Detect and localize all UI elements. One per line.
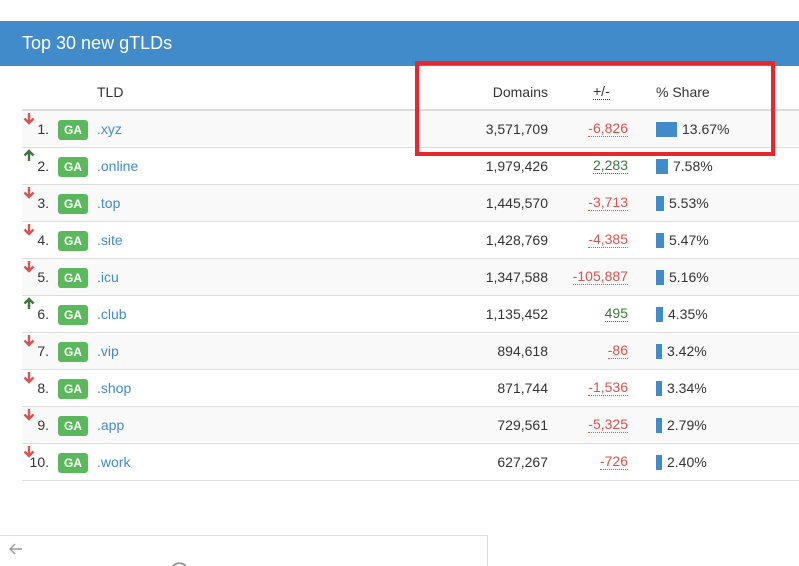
change-value: -105,887 <box>572 268 628 285</box>
change-value: 495 <box>604 305 628 322</box>
share-percent: 5.16% <box>669 269 709 285</box>
share-bar <box>656 270 664 285</box>
share-percent: 13.67% <box>682 121 730 137</box>
domain-count: 1,428,769 <box>485 232 548 248</box>
rank-number: 8. <box>37 380 49 396</box>
tld-link[interactable]: .xyz <box>97 121 122 137</box>
tld-link[interactable]: .app <box>97 417 124 433</box>
domain-count: 729,561 <box>497 417 548 433</box>
table-row: 5. GA .icu 1,347,588 -105,887 5.16% <box>22 259 799 296</box>
share-bar <box>656 122 677 137</box>
share-percent: 2.79% <box>667 417 707 433</box>
change-value: -5,325 <box>588 416 628 433</box>
tld-link[interactable]: .site <box>97 232 123 248</box>
change-value: -726 <box>599 453 628 470</box>
domain-count: 3,571,709 <box>485 121 548 137</box>
status-badge: GA <box>58 453 88 473</box>
tld-link[interactable]: .work <box>97 454 130 470</box>
rank-number: 4. <box>37 232 49 248</box>
table-row: 9. GA .app 729,561 -5,325 2.79% <box>22 407 799 444</box>
column-header-domains[interactable]: Domains <box>493 84 548 100</box>
status-badge: GA <box>58 268 88 288</box>
table-row: 1. GA .xyz 3,571,709 -6,826 13.67% <box>22 111 799 148</box>
share-bar <box>656 307 663 322</box>
rank-number: 7. <box>37 343 49 359</box>
share-bar <box>656 196 664 211</box>
share-bar <box>656 418 662 433</box>
column-header-share[interactable]: % Share <box>656 84 710 100</box>
rank-number: 3. <box>37 195 49 211</box>
domain-count: 1,135,452 <box>485 306 548 322</box>
rank-number: 5. <box>37 269 49 285</box>
bottom-partial-text: Goo <box>170 558 215 566</box>
tld-link[interactable]: .club <box>97 306 127 322</box>
share-percent: 4.35% <box>668 306 708 322</box>
rank-number: 6. <box>37 306 49 322</box>
domain-count: 871,744 <box>497 380 548 396</box>
domain-count: 1,445,570 <box>485 195 548 211</box>
column-header-tld[interactable]: TLD <box>97 84 123 100</box>
tld-link[interactable]: .top <box>97 195 120 211</box>
share-bar <box>656 344 662 359</box>
change-value: -6,826 <box>588 120 628 137</box>
share-percent: 3.34% <box>667 380 707 396</box>
rank-number: 1. <box>37 121 49 137</box>
change-value: 2,283 <box>592 157 628 174</box>
status-badge: GA <box>58 157 88 177</box>
table-row: 2. GA .online 1,979,426 2,283 7.58% <box>22 148 799 185</box>
rank-number: 9. <box>37 417 49 433</box>
status-badge: GA <box>58 342 88 362</box>
share-percent: 2.40% <box>667 454 707 470</box>
table-row: 6. GA .club 1,135,452 495 4.35% <box>22 296 799 333</box>
column-header-change[interactable]: +/- <box>593 84 610 100</box>
status-badge: GA <box>58 194 88 214</box>
status-badge: GA <box>58 231 88 251</box>
page-title: Top 30 new gTLDs <box>0 21 799 66</box>
table-row: 4. GA .site 1,428,769 -4,385 5.47% <box>22 222 799 259</box>
table-row: 3. GA .top 1,445,570 -3,713 5.53% <box>22 185 799 222</box>
tld-link[interactable]: .icu <box>97 269 119 285</box>
tld-link[interactable]: .vip <box>97 343 119 359</box>
tld-link[interactable]: .shop <box>97 380 131 396</box>
tld-link[interactable]: .online <box>97 158 138 174</box>
bottom-embedded-frame: Goo <box>0 535 488 566</box>
share-percent: 5.47% <box>669 232 709 248</box>
change-value: -3,713 <box>588 194 628 211</box>
domain-count: 1,347,588 <box>485 269 548 285</box>
share-percent: 5.53% <box>669 195 709 211</box>
status-badge: GA <box>58 120 88 140</box>
status-badge: GA <box>58 379 88 399</box>
status-badge: GA <box>58 416 88 436</box>
rank-number: 2. <box>37 158 49 174</box>
rank-number: 10. <box>29 454 49 470</box>
status-badge: GA <box>58 305 88 325</box>
change-value: -1,536 <box>588 379 628 396</box>
table-row: 8. GA .shop 871,744 -1,536 3.34% <box>22 370 799 407</box>
share-bar <box>656 159 668 174</box>
tld-table: TLD Domains +/- % Share 1. GA .xyz 3,571,70… <box>22 74 799 481</box>
change-value: -86 <box>607 342 628 359</box>
domain-count: 627,267 <box>497 454 548 470</box>
table-row: 7. GA .vip 894,618 -86 3.42% <box>22 333 799 370</box>
share-bar <box>656 233 664 248</box>
share-bar <box>656 381 662 396</box>
change-value: -4,385 <box>588 231 628 248</box>
share-percent: 7.58% <box>673 158 713 174</box>
domain-count: 894,618 <box>497 343 548 359</box>
table-row: 10. GA .work 627,267 -726 2.40% <box>22 444 799 481</box>
share-percent: 3.42% <box>667 343 707 359</box>
table-header: TLD Domains +/- % Share <box>22 74 799 111</box>
arrow-left-icon[interactable] <box>9 543 23 555</box>
domain-count: 1,979,426 <box>485 158 548 174</box>
share-bar <box>656 455 662 470</box>
